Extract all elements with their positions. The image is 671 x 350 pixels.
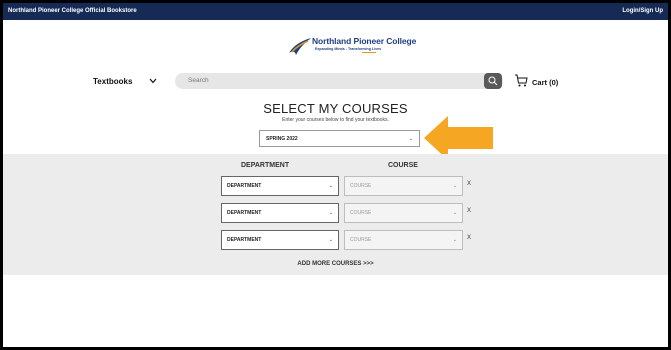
store-name[interactable]: Northland Pioneer College Official Books… [8,8,137,14]
page-title: SELECT MY COURSES [263,101,408,116]
term-value: SPRING 2022 [266,136,298,142]
chevron-down-icon: ⌄ [452,210,457,216]
chevron-down-icon: ⌄ [328,210,333,216]
course-row: DEPARTMENT ⌄ COURSE ⌄ X [3,230,668,250]
search-button[interactable] [484,73,502,89]
course-selection-panel: DEPARTMENT COURSE DEPARTMENT ⌄ COURSE ⌄ … [3,154,668,275]
department-select[interactable]: DEPARTMENT ⌄ [221,176,339,196]
chevron-down-icon: ⌄ [328,183,333,189]
course-select[interactable]: COURSE ⌄ [344,176,463,196]
remove-row-button[interactable]: X [467,208,471,214]
chevron-down-icon: ⌄ [452,183,457,189]
tagline-underline [362,52,376,53]
course-row: DEPARTMENT ⌄ COURSE ⌄ X [3,203,668,223]
department-select[interactable]: DEPARTMENT ⌄ [221,230,339,250]
course-value: COURSE [350,237,372,243]
cart-label: Cart (0) [532,78,559,87]
chevron-down-icon: ⌄ [452,237,457,243]
course-row: DEPARTMENT ⌄ COURSE ⌄ X [3,176,668,196]
page-subtitle: Enter your courses below to find your te… [282,117,389,123]
college-tagline: Expanding Minds - Transforming Lives [315,47,382,51]
nav-row: Textbooks Search Cart (0) [3,71,668,93]
remove-row-button[interactable]: X [467,235,471,241]
course-value: COURSE [350,183,372,189]
top-bar: Northland Pioneer College Official Books… [3,3,668,20]
login-link[interactable]: Login/Sign Up [622,8,663,14]
page-frame: Northland Pioneer College Official Books… [3,3,668,347]
chevron-down-icon: ⌄ [328,237,333,243]
chevron-down-icon: ⌄ [408,136,413,142]
department-select[interactable]: DEPARTMENT ⌄ [221,203,339,223]
textbooks-label: Textbooks [93,77,133,86]
department-value: DEPARTMENT [227,237,262,243]
course-select[interactable]: COURSE ⌄ [344,203,463,223]
cart-button[interactable]: Cart (0) [514,74,574,90]
remove-row-button[interactable]: X [467,181,471,187]
cart-icon [515,74,528,87]
department-value: DEPARTMENT [227,183,262,189]
search-icon [488,76,498,86]
college-logo[interactable]: Northland Pioneer College Expanding Mind… [288,35,416,59]
term-select[interactable]: SPRING 2022 ⌄ [259,130,420,147]
chevron-down-icon [149,78,157,84]
department-header: DEPARTMENT [241,162,290,169]
course-value: COURSE [350,210,372,216]
course-header: COURSE [388,162,418,169]
search-placeholder: Search [188,77,209,84]
course-select[interactable]: COURSE ⌄ [344,230,463,250]
search-input[interactable]: Search [175,73,503,89]
college-name: Northland Pioneer College [312,36,417,46]
department-value: DEPARTMENT [227,210,262,216]
textbooks-menu[interactable]: Textbooks [93,77,157,86]
add-more-courses-button[interactable]: ADD MORE COURSES >>> [3,261,668,267]
eagle-logo-icon [289,38,311,55]
